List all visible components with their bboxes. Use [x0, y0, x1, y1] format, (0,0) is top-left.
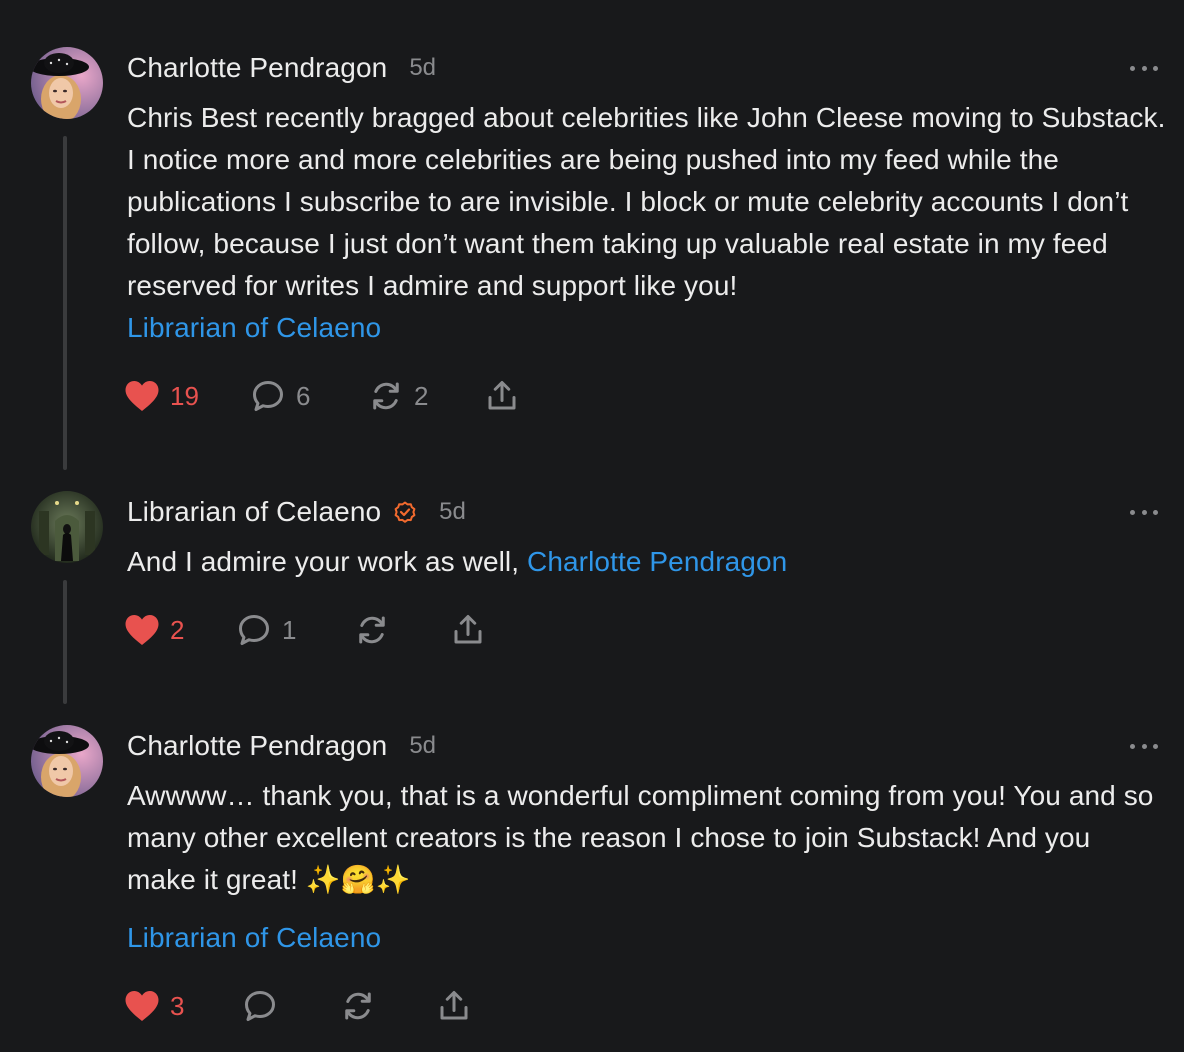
- mention-link[interactable]: Librarian of Celaeno: [127, 312, 381, 343]
- comment-actions: 3: [124, 986, 472, 1026]
- more-dots-icon: [1130, 65, 1135, 71]
- like-count: 3: [170, 990, 185, 1021]
- comment-actions: 19 6 2: [124, 376, 520, 416]
- share-button[interactable]: [436, 988, 472, 1024]
- restack-count: 2: [414, 380, 429, 411]
- reply-button[interactable]: 1: [236, 612, 354, 648]
- comment-text: Awwww… thank you, that is a wonderful co…: [127, 780, 1154, 895]
- restack-icon: [345, 992, 371, 1020]
- verified-badge-icon: [394, 501, 416, 523]
- more-options-button[interactable]: [1130, 736, 1158, 756]
- share-button[interactable]: [450, 612, 486, 648]
- restack-button[interactable]: [340, 988, 436, 1024]
- share-button[interactable]: [484, 378, 520, 414]
- more-dots-icon: [1130, 743, 1135, 749]
- author-name[interactable]: Charlotte Pendragon: [127, 52, 387, 84]
- reply-button[interactable]: [242, 988, 340, 1024]
- restack-button[interactable]: [354, 612, 450, 648]
- more-options-button[interactable]: [1130, 502, 1158, 522]
- timestamp[interactable]: 5d: [409, 54, 436, 82]
- like-button[interactable]: 19: [124, 379, 250, 413]
- like-button[interactable]: 3: [124, 989, 242, 1023]
- like-count: 2: [170, 614, 185, 645]
- comment-body: Awwww… thank you, that is a wonderful co…: [127, 775, 1166, 959]
- comment-actions: 2 1: [124, 610, 486, 650]
- share-icon: [454, 615, 482, 644]
- author-name[interactable]: Charlotte Pendragon: [127, 730, 387, 762]
- comment-header: Charlotte Pendragon 5d: [127, 726, 436, 766]
- comment-body: Chris Best recently bragged about celebr…: [127, 97, 1166, 349]
- comment: Charlotte Pendragon 5d Chris Best recent…: [0, 0, 1184, 470]
- comment-text: And I admire your work as well,: [127, 546, 528, 577]
- mention-link[interactable]: Charlotte Pendragon: [527, 546, 787, 577]
- reply-count: 1: [282, 614, 297, 645]
- comment-bubble-icon: [253, 381, 283, 411]
- author-name[interactable]: Librarian of Celaeno: [127, 496, 381, 528]
- avatar[interactable]: [31, 47, 103, 119]
- heart-icon: [125, 381, 159, 411]
- more-options-button[interactable]: [1130, 58, 1158, 78]
- comment-text: Chris Best recently bragged about celebr…: [127, 102, 1166, 301]
- thread-line: [63, 580, 67, 704]
- more-dots-icon: [1130, 509, 1135, 515]
- restack-icon: [373, 382, 399, 410]
- avatar[interactable]: [31, 725, 103, 797]
- share-icon: [440, 991, 468, 1020]
- restack-icon: [359, 616, 385, 644]
- restack-button[interactable]: 2: [368, 378, 484, 414]
- reply-count: 6: [296, 380, 311, 411]
- comment-header: Librarian of Celaeno 5d: [127, 492, 466, 532]
- heart-icon: [125, 991, 159, 1021]
- comment-bubble-icon: [239, 615, 269, 645]
- comment-bubble-icon: [245, 991, 275, 1021]
- comment-body: And I admire your work as well, Charlott…: [127, 541, 1166, 583]
- like-count: 19: [170, 380, 199, 411]
- timestamp[interactable]: 5d: [409, 732, 436, 760]
- comment-header: Charlotte Pendragon 5d: [127, 48, 436, 88]
- share-icon: [488, 381, 516, 410]
- mention-link[interactable]: Librarian of Celaeno: [127, 922, 381, 953]
- avatar[interactable]: [31, 491, 103, 563]
- reply-button[interactable]: 6: [250, 378, 368, 414]
- timestamp[interactable]: 5d: [439, 498, 466, 526]
- like-button[interactable]: 2: [124, 613, 236, 647]
- heart-icon: [125, 615, 159, 645]
